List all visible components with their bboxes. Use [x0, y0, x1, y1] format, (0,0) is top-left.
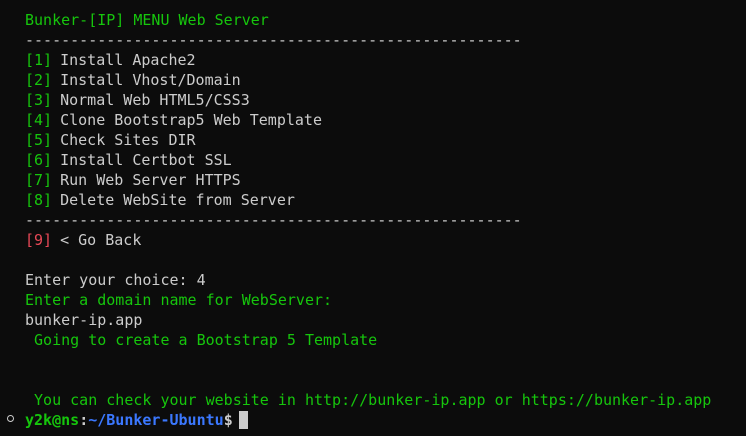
shell-prompt-line[interactable]: y2k@ns:~/Bunker-Ubuntu$ [25, 410, 248, 430]
creating-message: Going to create a Bootstrap 5 Template [25, 331, 378, 349]
menu-item-number: [5] [25, 131, 53, 149]
menu-item-number: [7] [25, 171, 53, 189]
prompt-user-host: y2k@ns [25, 411, 80, 429]
domain-value: bunker-ip.app [25, 311, 143, 329]
menu-item-back: [9] < Go Back [25, 230, 141, 250]
command-status-icon [7, 415, 14, 422]
menu-item-2: [2] Install Vhost/Domain [25, 70, 241, 90]
separator-top: ----------------------------------------… [25, 31, 522, 49]
prompt-colon: : [79, 411, 89, 429]
menu-item-label: Normal Web HTML5/CSS3 [60, 91, 250, 109]
prompt-path: ~/Bunker-Ubuntu [88, 411, 224, 429]
menu-item-number: [4] [25, 111, 53, 129]
menu-item-number: [3] [25, 91, 53, 109]
menu-item-label: Install Apache2 [60, 51, 196, 69]
menu-item-number: [2] [25, 71, 53, 89]
menu-item-3: [3] Normal Web HTML5/CSS3 [25, 90, 250, 110]
menu-item-4: [4] Clone Bootstrap5 Web Template [25, 110, 322, 130]
check-website-message: You can check your website in http://bun… [25, 391, 712, 409]
menu-item-label: Check Sites DIR [60, 131, 196, 149]
choice-prompt: Enter your choice: 4 [25, 271, 206, 289]
menu-item-number: [6] [25, 151, 53, 169]
menu-item-5: [5] Check Sites DIR [25, 130, 196, 150]
menu-item-label: Clone Bootstrap5 Web Template [60, 111, 322, 129]
prompt-symbol: $ [223, 411, 233, 429]
terminal-window[interactable]: Bunker-[IP] MENU Web Server ------------… [0, 0, 746, 436]
menu-item-label: Install Vhost/Domain [60, 71, 241, 89]
menu-item-1: [1] Install Apache2 [25, 50, 196, 70]
separator-bottom: ----------------------------------------… [25, 211, 522, 229]
menu-item-label: Install Certbot SSL [60, 151, 232, 169]
domain-prompt: Enter a domain name for WebServer: [25, 291, 333, 309]
text-cursor[interactable] [238, 411, 248, 429]
menu-item-label: Delete WebSite from Server [60, 191, 295, 209]
menu-item-number: [8] [25, 191, 53, 209]
menu-item-7: [7] Run Web Server HTTPS [25, 170, 241, 190]
menu-item-label: Run Web Server HTTPS [60, 171, 241, 189]
menu-item-6: [6] Install Certbot SSL [25, 150, 232, 170]
menu-item-8: [8] Delete WebSite from Server [25, 190, 295, 210]
menu-item-number: [1] [25, 51, 53, 69]
menu-item-label: < Go Back [60, 231, 142, 249]
menu-item-number: [9] [25, 231, 53, 249]
menu-title: Bunker-[IP] MENU Web Server [25, 11, 269, 29]
